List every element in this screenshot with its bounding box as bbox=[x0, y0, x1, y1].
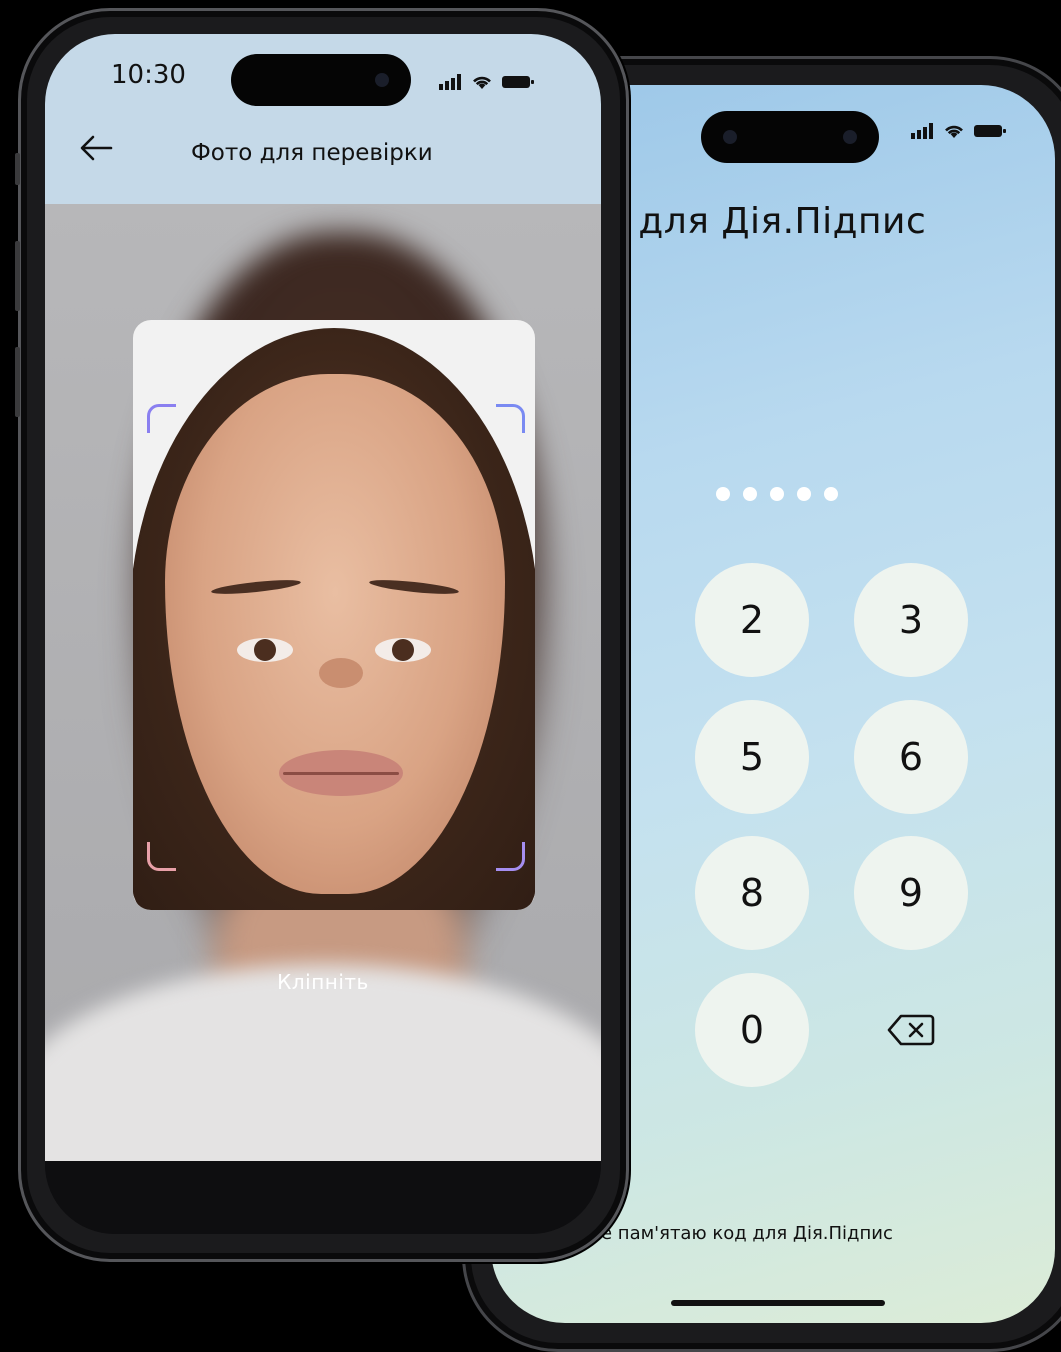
frame-corner-bottom-right bbox=[496, 842, 525, 871]
frame-corner-bottom-left bbox=[147, 842, 176, 871]
pin-title: д для Дія.Підпис bbox=[601, 201, 927, 242]
face-feature bbox=[210, 577, 302, 597]
battery-icon bbox=[974, 125, 1006, 137]
blink-instruction: Кліпніть bbox=[277, 970, 369, 994]
key-5[interactable]: 5 bbox=[695, 700, 809, 814]
key-3[interactable]: 3 bbox=[854, 563, 968, 677]
bottom-bar bbox=[45, 1161, 601, 1234]
wifi-icon bbox=[473, 76, 491, 89]
camera-icon bbox=[843, 130, 857, 144]
face-feature bbox=[254, 639, 276, 661]
key-8[interactable]: 8 bbox=[695, 836, 809, 950]
backspace-icon bbox=[887, 1014, 935, 1046]
wifi-icon bbox=[945, 125, 963, 138]
camera-icon bbox=[375, 73, 389, 87]
camera-icon bbox=[723, 130, 737, 144]
status-icons bbox=[911, 123, 1007, 139]
signal-icon bbox=[911, 123, 933, 139]
home-indicator bbox=[671, 1300, 885, 1306]
key-2[interactable]: 2 bbox=[695, 563, 809, 677]
camera-preview: Кліпніть bbox=[45, 204, 601, 1161]
frame-corner-top-right bbox=[496, 404, 525, 433]
volume-down-button bbox=[15, 347, 20, 417]
key-6[interactable]: 6 bbox=[854, 700, 968, 814]
face-feature bbox=[283, 772, 399, 775]
mute-switch bbox=[15, 153, 20, 185]
face-feature bbox=[392, 639, 414, 661]
pin-indicator bbox=[716, 487, 838, 501]
face-feature bbox=[319, 658, 363, 688]
battery-icon bbox=[502, 76, 534, 88]
arrow-left-icon[interactable] bbox=[79, 134, 113, 162]
frame-corner-top-left bbox=[147, 404, 176, 433]
photo-check-screen: 10:30 Фото для перевірки Кліпніть bbox=[45, 34, 601, 1234]
page-title: Фото для перевірки bbox=[191, 140, 433, 166]
status-icons bbox=[439, 74, 535, 90]
pin-dot bbox=[797, 487, 811, 501]
pin-dot bbox=[716, 487, 730, 501]
status-time: 10:30 bbox=[111, 60, 186, 90]
face-feature bbox=[368, 577, 460, 597]
key-9[interactable]: 9 bbox=[854, 836, 968, 950]
pin-dot bbox=[824, 487, 838, 501]
pin-dot bbox=[770, 487, 784, 501]
key-0[interactable]: 0 bbox=[695, 973, 809, 1087]
dynamic-island bbox=[701, 111, 879, 163]
delete-button[interactable] bbox=[854, 973, 968, 1087]
header: 10:30 Фото для перевірки bbox=[45, 34, 601, 204]
dynamic-island bbox=[231, 54, 411, 106]
volume-up-button bbox=[15, 241, 20, 311]
face-frame bbox=[133, 320, 535, 910]
pin-dot bbox=[743, 487, 757, 501]
forgot-code-link[interactable]: е пам'ятаю код для Дія.Підпис bbox=[601, 1223, 893, 1244]
front-phone: 10:30 Фото для перевірки Кліпніть bbox=[15, 8, 629, 1262]
signal-icon bbox=[439, 74, 461, 90]
